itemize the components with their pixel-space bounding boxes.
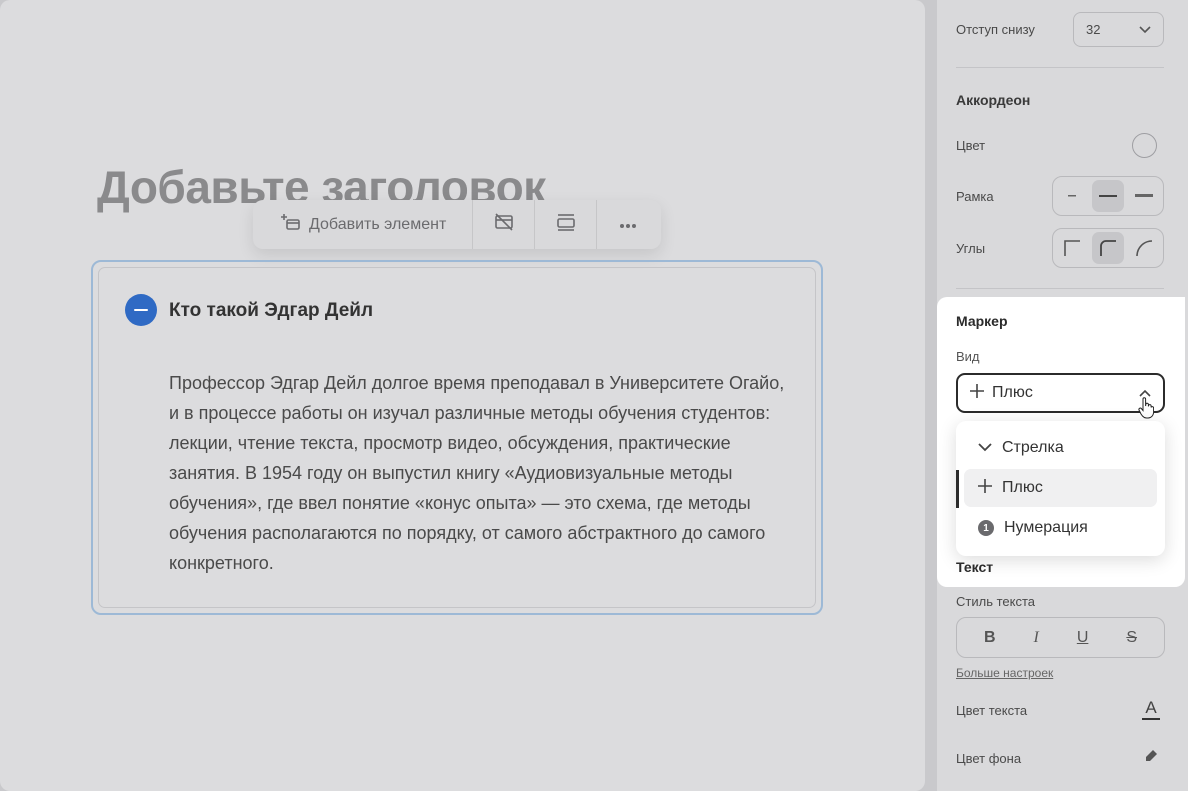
corner-square-option[interactable] bbox=[1056, 232, 1088, 264]
color-label: Цвет bbox=[956, 138, 986, 153]
border-selector bbox=[1052, 176, 1164, 216]
border-medium-option[interactable] bbox=[1092, 180, 1124, 212]
accordion-block[interactable]: Кто такой Эдгар Дейл Профессор Эдгар Дей… bbox=[91, 260, 823, 615]
marker-settings-card: Маркер Вид Плюс Стрелка Плюс 1 Нумерация… bbox=[937, 297, 1185, 587]
hide-card-icon bbox=[494, 213, 514, 236]
dropdown-option-plus[interactable]: Плюс bbox=[964, 469, 1157, 507]
border-none-option[interactable] bbox=[1056, 180, 1088, 212]
hide-card-button[interactable] bbox=[473, 200, 536, 249]
corner-rounded-option[interactable] bbox=[1092, 232, 1124, 264]
selection-indicator bbox=[956, 470, 959, 508]
plus-icon bbox=[978, 478, 992, 498]
padding-bottom-select[interactable]: 32 bbox=[1073, 12, 1164, 47]
text-section-title: Текст bbox=[956, 559, 994, 575]
marker-kind-label: Вид bbox=[956, 349, 980, 364]
layout-icon bbox=[556, 213, 576, 236]
divider bbox=[956, 67, 1164, 68]
border-thick-option[interactable] bbox=[1128, 180, 1160, 212]
number-badge-icon: 1 bbox=[978, 520, 994, 536]
divider bbox=[956, 288, 1164, 289]
chevron-down-icon bbox=[978, 439, 992, 457]
text-color-button[interactable]: A bbox=[1142, 698, 1160, 720]
dropdown-option-numbering[interactable]: 1 Нумерация bbox=[964, 509, 1157, 547]
bold-button[interactable]: B bbox=[984, 629, 996, 647]
text-color-label: Цвет текста bbox=[956, 702, 1028, 718]
plus-icon bbox=[970, 383, 984, 403]
bg-color-label: Цвет фона bbox=[956, 751, 1022, 766]
text-style-selector: B I U S bbox=[956, 617, 1165, 658]
marker-selected-value: Плюс bbox=[992, 384, 1033, 401]
add-element-label: Добавить элемент bbox=[309, 215, 447, 233]
strikethrough-button[interactable]: S bbox=[1126, 629, 1137, 647]
marker-kind-dropdown: Стрелка Плюс 1 Нумерация bbox=[956, 421, 1165, 556]
option-label: Стрелка bbox=[1002, 439, 1064, 456]
add-element-icon bbox=[281, 213, 301, 236]
accordion-body[interactable]: Профессор Эдгар Дейл долгое время препод… bbox=[169, 368, 789, 578]
text-color-icon: A bbox=[1145, 698, 1157, 717]
more-settings-link[interactable]: Больше настроек bbox=[956, 666, 1053, 680]
corner-round-option[interactable] bbox=[1128, 232, 1160, 264]
accordion-title[interactable]: Кто такой Эдгар Дейл bbox=[169, 300, 373, 322]
accordion-item: Кто такой Эдгар Дейл Профессор Эдгар Дей… bbox=[98, 267, 816, 608]
padding-bottom-label: Отступ снизу bbox=[956, 22, 1035, 37]
color-swatch[interactable] bbox=[1132, 133, 1157, 158]
marker-kind-select[interactable]: Плюс bbox=[956, 373, 1165, 413]
corners-label: Углы bbox=[956, 240, 986, 256]
layout-button[interactable] bbox=[535, 200, 598, 249]
padding-bottom-value: 32 bbox=[1086, 22, 1101, 37]
accordion-collapse-icon[interactable] bbox=[125, 294, 157, 326]
accordion-section-title: Аккордеон bbox=[956, 92, 1031, 108]
corners-selector bbox=[1052, 228, 1164, 268]
text-style-label: Стиль текста bbox=[956, 594, 1035, 609]
hand-cursor-icon bbox=[1138, 397, 1155, 424]
chevron-down-icon bbox=[1139, 22, 1151, 37]
more-icon bbox=[619, 216, 637, 234]
dropdown-option-arrow[interactable]: Стрелка bbox=[964, 429, 1157, 467]
fill-pen-icon[interactable] bbox=[1144, 749, 1158, 768]
border-label: Рамка bbox=[956, 188, 994, 204]
option-label: Плюс bbox=[1002, 479, 1043, 496]
add-element-button[interactable]: Добавить элемент bbox=[253, 200, 474, 249]
option-label: Нумерация bbox=[1004, 519, 1088, 536]
marker-section-title: Маркер bbox=[956, 313, 1008, 329]
more-button[interactable] bbox=[597, 200, 659, 249]
underline-button[interactable]: U bbox=[1077, 629, 1089, 647]
italic-button[interactable]: I bbox=[1034, 629, 1039, 647]
floating-toolbar: Добавить элемент bbox=[253, 200, 661, 249]
editor-canvas: Добавьте заголовок Добавить элемент Кто … bbox=[0, 0, 925, 791]
